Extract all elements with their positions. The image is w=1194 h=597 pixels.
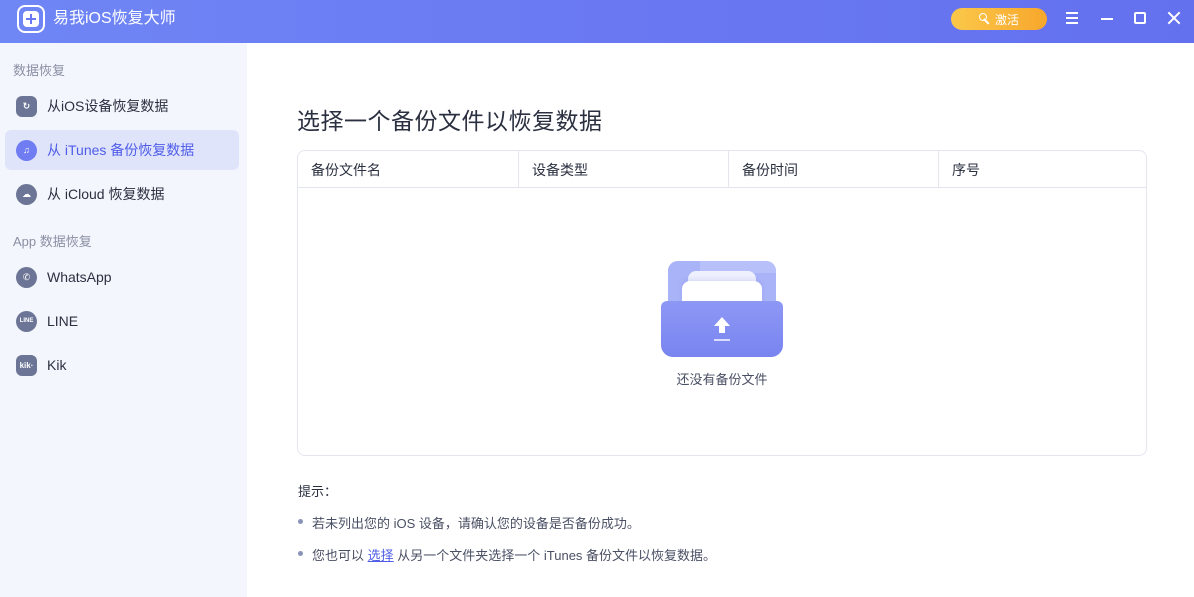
- whatsapp-icon: ✆: [16, 266, 37, 288]
- music-note-icon: ♫: [16, 139, 37, 161]
- tips-title: 提示：: [298, 484, 338, 499]
- refresh-device-icon: ↻: [16, 95, 37, 117]
- key-icon: [978, 13, 991, 25]
- tip-item: 您也可以 选择 从另一个文件夹选择一个 iTunes 备份文件以恢复数据。: [298, 545, 716, 564]
- sidebar-item-ios-device[interactable]: ↻ 从iOS设备恢复数据: [5, 86, 239, 126]
- backup-table: 备份文件名 设备类型 备份时间 序号 还没有备份文件: [297, 150, 1147, 456]
- sidebar-item-label: 从 iTunes 备份恢复数据: [47, 142, 195, 158]
- column-header-file-name[interactable]: 备份文件名: [298, 151, 519, 188]
- empty-folder-icon: [660, 251, 784, 359]
- tip-item: 若未列出您的 iOS 设备，请确认您的设备是否备份成功。: [298, 513, 716, 532]
- column-header-serial[interactable]: 序号: [939, 151, 1146, 188]
- tip-text: 您也可以: [312, 548, 365, 563]
- sidebar-item-line[interactable]: LINE LINE: [5, 301, 239, 341]
- sidebar-item-label: 从iOS设备恢复数据: [47, 98, 169, 114]
- sidebar-item-whatsapp[interactable]: ✆ WhatsApp: [5, 257, 239, 297]
- table-header: 备份文件名 设备类型 备份时间 序号: [298, 151, 1146, 188]
- empty-state-text: 还没有备份文件: [676, 372, 768, 387]
- sidebar-item-label: 从 iCloud 恢复数据: [47, 186, 165, 202]
- title-bar: 易我iOS恢复大师 激活: [0, 0, 1194, 43]
- column-header-backup-time[interactable]: 备份时间: [729, 151, 939, 188]
- sidebar-item-label: Kik: [47, 357, 67, 373]
- kik-icon: kik·: [16, 354, 37, 376]
- column-header-device-type[interactable]: 设备类型: [519, 151, 729, 188]
- page-title: 选择一个备份文件以恢复数据: [297, 108, 603, 134]
- select-folder-link[interactable]: 选择: [368, 548, 394, 563]
- app-title: 易我iOS恢复大师: [53, 10, 176, 27]
- menu-icon[interactable]: [1063, 9, 1081, 27]
- tip-text: 从另一个文件夹选择一个 iTunes 备份文件以恢复数据。: [397, 548, 717, 563]
- minimize-icon[interactable]: [1098, 9, 1116, 27]
- sidebar-item-label: WhatsApp: [47, 269, 112, 285]
- sidebar: 数据恢复 ↻ 从iOS设备恢复数据 ♫ 从 iTunes 备份恢复数据 ☁ 从 …: [0, 43, 247, 597]
- maximize-icon[interactable]: [1131, 9, 1149, 27]
- cloud-icon: ☁: [16, 183, 37, 205]
- section-title-data-recovery: 数据恢复: [13, 63, 66, 78]
- app-logo-icon: [17, 5, 45, 33]
- sidebar-item-icloud[interactable]: ☁ 从 iCloud 恢复数据: [5, 174, 239, 214]
- activate-label: 激活: [994, 12, 1019, 27]
- sidebar-item-itunes[interactable]: ♫ 从 iTunes 备份恢复数据: [5, 130, 239, 170]
- sidebar-item-kik[interactable]: kik· Kik: [5, 345, 239, 385]
- section-title-app-recovery: App 数据恢复: [13, 234, 92, 249]
- line-icon: LINE: [16, 310, 37, 332]
- activate-button[interactable]: 激活: [951, 8, 1047, 30]
- tips-section: 提示： 若未列出您的 iOS 设备，请确认您的设备是否备份成功。 您也可以 选择…: [298, 481, 716, 564]
- sidebar-item-label: LINE: [47, 313, 79, 329]
- close-icon[interactable]: [1165, 9, 1183, 27]
- empty-state: 还没有备份文件: [298, 251, 1146, 388]
- tip-text: 若未列出您的 iOS 设备，请确认您的设备是否备份成功。: [312, 516, 640, 531]
